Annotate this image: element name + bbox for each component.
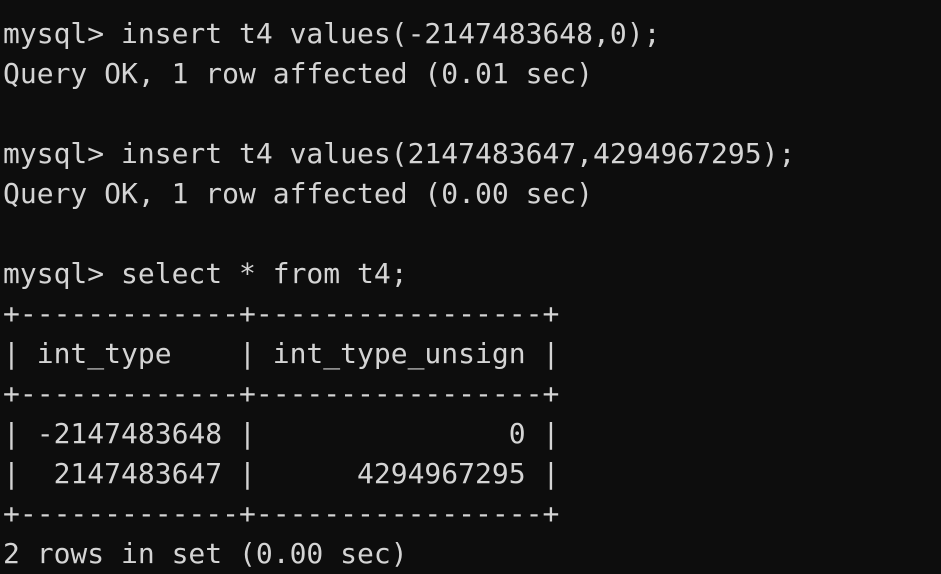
terminal-line-table-border-top: +-------------+-----------------+ xyxy=(3,297,560,330)
terminal-line-cmd-select: mysql> select * from t4; xyxy=(3,257,408,290)
terminal-line-result-select: 2 rows in set (0.00 sec) xyxy=(3,537,408,570)
terminal-line-spacer-2 xyxy=(3,214,941,254)
terminal-line-table-border-mid: +-------------+-----------------+ xyxy=(3,377,560,410)
terminal-line-result-insert-max: Query OK, 1 row affected (0.00 sec) xyxy=(3,177,594,210)
terminal-line-cmd-insert-max: mysql> insert t4 values(2147483647,42949… xyxy=(3,137,796,170)
terminal-line-spacer-1 xyxy=(3,94,941,134)
terminal-line-result-insert-min: Query OK, 1 row affected (0.01 sec) xyxy=(3,57,594,90)
terminal-line-cmd-insert-min: mysql> insert t4 values(-2147483648,0); xyxy=(3,17,661,50)
terminal-line-table-header: | int_type | int_type_unsign | xyxy=(3,337,560,370)
terminal-line-table-row-2: | 2147483647 | 4294967295 | xyxy=(3,457,560,490)
terminal-output[interactable]: mysql> insert t4 values(-2147483648,0); Q… xyxy=(0,0,941,573)
terminal-line-table-border-bot: +-------------+-----------------+ xyxy=(3,497,560,530)
terminal-line-table-row-1: | -2147483648 | 0 | xyxy=(3,417,560,450)
